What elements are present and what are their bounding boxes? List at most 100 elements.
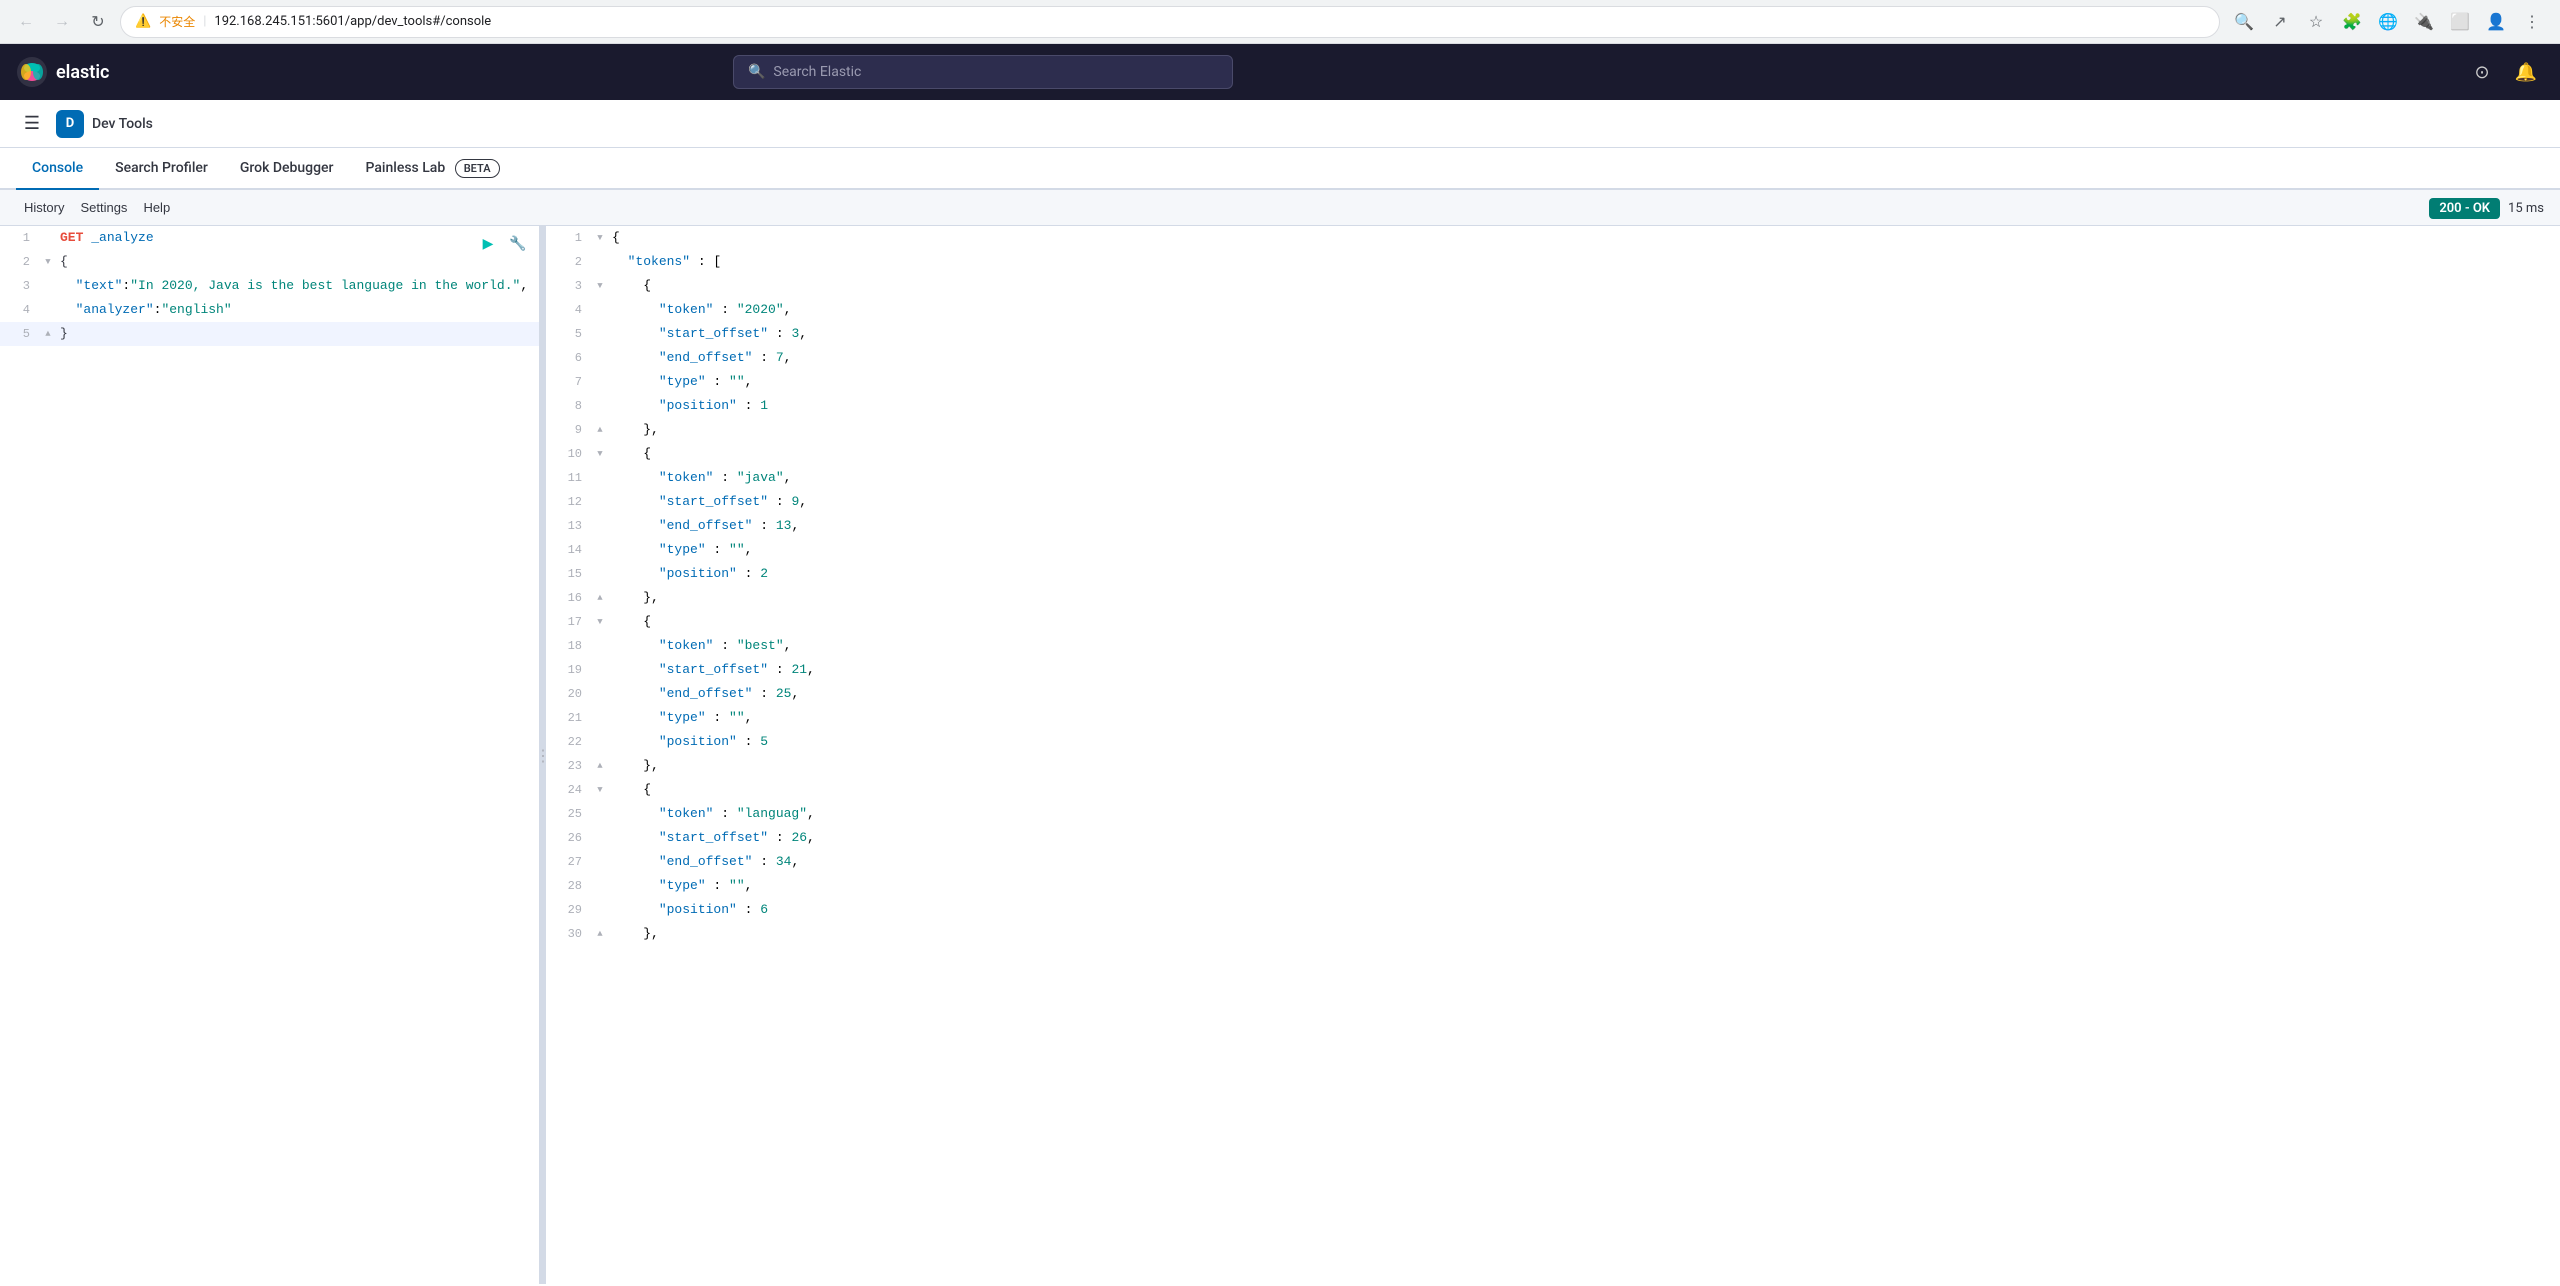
resp-fold-indicator[interactable]: ▲ [592,923,608,945]
zoom-button[interactable]: 🔍 [2228,6,2260,38]
line-number-2: 2 [0,251,40,273]
resp-line-number: 30 [546,923,592,945]
hamburger-button[interactable]: ☰ [16,108,48,140]
response-line: 3▼ { [546,274,2560,298]
tabs-bar: Console Search Profiler Grok Debugger Pa… [0,148,2560,190]
tab-console[interactable]: Console [16,148,99,190]
response-pane[interactable]: 1▼{2 "tokens" : [3▼ {4 "token" : "2020",… [546,226,2560,1284]
line-number-1: 1 [0,227,40,249]
extension-button[interactable]: 🧩 [2336,6,2368,38]
line-content-5: } [56,323,539,345]
resp-line-content: "token" : "2020", [608,299,2560,321]
resp-line-number: 4 [546,299,592,321]
elastic-logo: elastic [16,56,109,88]
resp-fold-indicator[interactable]: ▼ [592,275,608,297]
tab-painless-lab[interactable]: Painless Lab BETA [350,148,516,190]
response-line: 15 "position" : 2 [546,562,2560,586]
address-bar[interactable]: ⚠️ 不安全 | 192.168.245.151:5601/app/dev_to… [120,6,2220,38]
split-button[interactable]: ⬜ [2444,6,2476,38]
response-line: 30▲ }, [546,922,2560,946]
resp-line-content: { [608,227,2560,249]
resp-line-content: "token" : "java", [608,467,2560,489]
response-line: 6 "end_offset" : 7, [546,346,2560,370]
search-icon: 🔍 [748,64,765,80]
tab-grok-debugger[interactable]: Grok Debugger [224,148,350,190]
editor-pane[interactable]: 1 GET _analyze ▶ 🔧 2 ▼ { 3 "text":"In 20… [0,226,540,1284]
toolbar-area: History Settings Help 200 - OK 15 ms [0,190,2560,226]
line-content-3: "text":"In 2020, Java is the best langua… [56,275,539,297]
line-fold-4 [40,299,56,321]
resp-fold-indicator[interactable]: ▲ [592,755,608,777]
resp-line-number: 15 [546,563,592,585]
share-button[interactable]: ↗ [2264,6,2296,38]
profile-button[interactable]: 👤 [2480,6,2512,38]
line-number-3: 3 [0,275,40,297]
resp-line-content: "token" : "languag", [608,803,2560,825]
resp-fold-indicator[interactable]: ▼ [592,611,608,633]
resp-fold-indicator[interactable]: ▲ [592,587,608,609]
settings-button[interactable]: Settings [72,196,135,219]
resp-line-content: }, [608,419,2560,441]
help-circle-icon[interactable]: ⊙ [2464,54,2500,90]
security-warning-icon: ⚠️ [135,14,151,29]
resp-line-content: { [608,611,2560,633]
resp-line-number: 18 [546,635,592,657]
forward-button[interactable]: → [48,8,76,36]
logo-text: elastic [56,62,109,83]
resp-line-content: { [608,443,2560,465]
run-button[interactable]: ▶ [475,230,501,256]
resp-line-number: 1 [546,227,592,249]
search-bar-container: 🔍 Search Elastic [733,55,1233,89]
resp-fold-indicator[interactable]: ▼ [592,227,608,249]
resp-line-content: { [608,779,2560,801]
line-fold-1 [40,227,56,249]
line-fold-2[interactable]: ▼ [40,251,56,273]
status-time: 15 ms [2508,201,2544,216]
resp-line-content: "token" : "best", [608,635,2560,657]
puzzle-button[interactable]: 🔌 [2408,6,2440,38]
resp-line-content: }, [608,755,2560,777]
translate-button[interactable]: 🌐 [2372,6,2404,38]
resp-fold-indicator [592,323,608,345]
resp-fold-indicator[interactable]: ▼ [592,779,608,801]
notifications-icon[interactable]: 🔔 [2508,54,2544,90]
response-line: 20 "end_offset" : 25, [546,682,2560,706]
url-text: 192.168.245.151:5601/app/dev_tools#/cons… [214,14,491,29]
line-number-4: 4 [0,299,40,321]
resp-fold-indicator [592,251,608,273]
tab-search-profiler[interactable]: Search Profiler [99,148,224,190]
resp-line-content: "type" : "", [608,539,2560,561]
resp-line-content: "position" : 1 [608,395,2560,417]
search-placeholder: Search Elastic [773,64,861,80]
history-button[interactable]: History [16,196,72,219]
wrench-button[interactable]: 🔧 [505,230,531,256]
reload-button[interactable]: ↻ [84,8,112,36]
resp-line-content: "start_offset" : 9, [608,491,2560,513]
resp-line-number: 24 [546,779,592,801]
resp-fold-indicator [592,875,608,897]
resp-fold-indicator[interactable]: ▲ [592,419,608,441]
resp-fold-indicator[interactable]: ▼ [592,443,608,465]
back-button[interactable]: ← [12,8,40,36]
search-bar[interactable]: 🔍 Search Elastic [733,55,1233,89]
resp-line-content: "end_offset" : 7, [608,347,2560,369]
response-line: 21 "type" : "", [546,706,2560,730]
resp-fold-indicator [592,395,608,417]
response-line: 18 "token" : "best", [546,634,2560,658]
menu-button[interactable]: ⋮ [2516,6,2548,38]
editor-line-2: 2 ▼ { [0,250,539,274]
resp-line-number: 8 [546,395,592,417]
resp-line-number: 3 [546,275,592,297]
resp-line-number: 17 [546,611,592,633]
resp-fold-indicator [592,515,608,537]
help-button[interactable]: Help [135,196,178,219]
resp-fold-indicator [592,371,608,393]
bookmark-button[interactable]: ☆ [2300,6,2332,38]
line-fold-5[interactable]: ▲ [40,323,56,345]
resp-fold-indicator [592,851,608,873]
resp-fold-indicator [592,299,608,321]
response-line: 14 "type" : "", [546,538,2560,562]
resp-line-number: 22 [546,731,592,753]
response-line: 26 "start_offset" : 26, [546,826,2560,850]
resp-line-content: "position" : 5 [608,731,2560,753]
